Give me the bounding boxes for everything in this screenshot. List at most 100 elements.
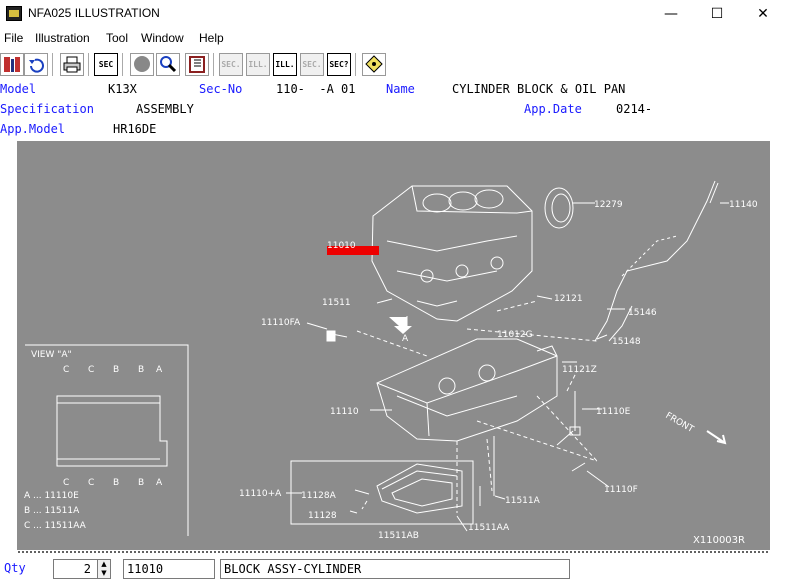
title-bar: NFA025 ILLUSTRATION — ☐ ✕ — [0, 0, 786, 28]
prev-ill-button[interactable]: ILL. — [246, 53, 270, 76]
zoom-search-icon — [160, 56, 177, 73]
circle-button[interactable] — [130, 53, 154, 76]
callout-15148[interactable]: 15148 — [612, 337, 641, 347]
qty-label: Qty — [4, 561, 26, 575]
view-a-bottom-letter: B — [113, 478, 119, 488]
canvas-bottom-border — [17, 550, 770, 555]
close-button[interactable]: ✕ — [740, 0, 786, 28]
qty-field[interactable]: 2 — [53, 559, 98, 579]
menu-file[interactable]: File — [4, 31, 23, 45]
stepper-up-icon[interactable]: ▲ — [98, 560, 110, 569]
callout-11511aa[interactable]: 11511AA — [468, 523, 510, 533]
callout-11110a[interactable]: 11110+A — [239, 489, 282, 499]
maximize-button[interactable]: ☐ — [694, 0, 740, 28]
toolbar-separator — [213, 53, 215, 76]
callout-11511[interactable]: 11511 — [322, 298, 351, 308]
front-label: FRONT — [664, 411, 696, 435]
menu-window[interactable]: Window — [141, 31, 184, 45]
oil-seal-drawing — [544, 187, 595, 229]
callout-11511a[interactable]: 11511A — [505, 496, 541, 506]
view-a-block-drawing — [56, 395, 168, 467]
book-button[interactable] — [185, 53, 209, 76]
tag-icon — [365, 55, 383, 73]
parts-catalog-button[interactable] — [0, 53, 24, 76]
name-value: CYLINDER BLOCK & OIL PAN — [452, 82, 626, 96]
callout-11012g[interactable]: 11012G — [497, 330, 533, 340]
view-a-top-letter: C — [88, 365, 94, 375]
front-arrow-icon — [706, 430, 727, 445]
callout-12279[interactable]: 12279 — [594, 200, 623, 210]
view-a-bottom-letter: C — [88, 478, 94, 488]
oil-pan-lower-drawing — [376, 463, 463, 514]
view-a-top-letter: B — [113, 365, 119, 375]
callout-11110e[interactable]: 11110E — [596, 407, 631, 417]
menu-help[interactable]: Help — [199, 31, 224, 45]
qty-stepper[interactable]: ▲ ▼ — [97, 559, 111, 579]
book-icon — [189, 56, 205, 73]
view-a-legend-item: A ... 11110E — [24, 491, 79, 501]
sec-no-value: 110- -A 01 — [276, 82, 356, 96]
callout-11121z[interactable]: 11121Z — [562, 365, 597, 375]
view-a-legend-item: C ... 11511AA — [24, 521, 87, 531]
app-model-label: App.Model — [0, 122, 66, 136]
stepper-down-icon[interactable]: ▼ — [98, 569, 110, 578]
parts-catalog-icon — [4, 57, 20, 72]
drain-plug-head-drawing — [326, 330, 336, 342]
callout-11140[interactable]: 11140 — [729, 200, 758, 210]
app-icon — [6, 6, 22, 21]
toolbar-separator — [88, 53, 90, 76]
toolbar-separator — [122, 53, 124, 76]
toolbar-separator — [355, 53, 357, 76]
tag-button[interactable] — [362, 53, 386, 76]
zoom-search-button[interactable] — [156, 53, 180, 76]
toolbar: SEC SEC. ILL. ILL. SEC. SEC? — [0, 51, 786, 79]
sec-button[interactable]: SEC — [94, 53, 118, 76]
menu-tool[interactable]: Tool — [106, 31, 128, 45]
callout-11128[interactable]: 11128 — [308, 511, 337, 521]
part-number-field[interactable]: 11010 — [123, 559, 215, 579]
parts-diagram: 12279 11140 11010 11511 12121 15146 1111… — [24, 180, 758, 546]
toolbar-separator — [52, 53, 54, 76]
callout-15146[interactable]: 15146 — [628, 308, 657, 318]
undo-button[interactable] — [24, 53, 48, 76]
model-value: K13X — [108, 82, 137, 96]
sec-no-label: Sec-No — [199, 82, 243, 96]
figure-id: X110003R — [693, 535, 745, 546]
callout-11110[interactable]: 11110 — [330, 407, 359, 417]
bolt-11110f-drawing — [571, 462, 586, 472]
undo-icon — [29, 58, 44, 73]
cylinder-block-drawing — [371, 185, 533, 322]
view-a-bottom-letter: C — [63, 478, 69, 488]
menu-illustration[interactable]: Illustration — [35, 31, 90, 45]
status-bar: Qty 2 ▲ ▼ 11010 BLOCK ASSY-CYLINDER — [0, 556, 786, 583]
callout-11128a[interactable]: 11128A — [301, 491, 337, 501]
app-model-value: HR16DE — [113, 122, 157, 136]
circle-icon — [134, 56, 150, 72]
specification-label: Specification — [0, 102, 94, 116]
menu-bar: File Illustration Tool Window Help — [0, 28, 786, 48]
oil-pan-upper-drawing — [376, 338, 558, 442]
view-a-top-letter: C — [63, 365, 69, 375]
view-arrow-label: A — [402, 334, 409, 344]
window-title: NFA025 ILLUSTRATION — [28, 6, 160, 20]
callout-11010[interactable]: 11010 — [327, 241, 356, 251]
specification-value: ASSEMBLY — [136, 102, 194, 116]
app-date-label: App.Date — [524, 102, 582, 116]
print-button[interactable] — [60, 53, 84, 76]
app-date-value: 0214- — [616, 102, 653, 116]
minimize-button[interactable]: — — [648, 0, 694, 28]
view-a-top-letter: B — [138, 365, 144, 375]
callout-11110f[interactable]: 11110F — [604, 485, 638, 495]
view-a-top-letter: A — [156, 365, 163, 375]
next-ill-button[interactable]: ILL. — [273, 53, 297, 76]
view-a-legend-item: B ... 11511A — [24, 506, 80, 516]
callout-12121[interactable]: 12121 — [554, 294, 583, 304]
callout-11110fa[interactable]: 11110FA — [261, 318, 301, 328]
view-a-title: VIEW "A" — [31, 350, 72, 360]
model-label: Model — [0, 82, 37, 96]
next-sec-button[interactable]: SEC. — [300, 53, 324, 76]
sec-query-button[interactable]: SEC? — [327, 53, 351, 76]
prev-sec-button[interactable]: SEC. — [219, 53, 243, 76]
illustration-canvas[interactable]: 12279 11140 11010 11511 12121 15146 1111… — [17, 141, 770, 550]
part-name-field[interactable]: BLOCK ASSY-CYLINDER — [220, 559, 570, 579]
